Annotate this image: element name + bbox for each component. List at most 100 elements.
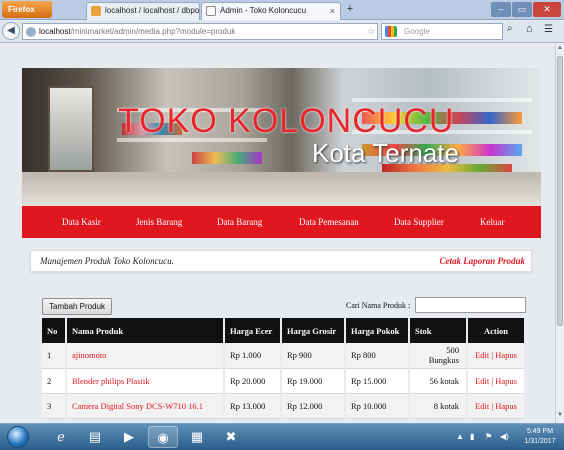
store-banner: TOKO KOLONCUCU Kota Ternate (22, 68, 541, 206)
banner-subtitle: Kota Ternate (312, 138, 459, 168)
page-title: Manajemen Produk Toko Koloncucu. (40, 256, 174, 266)
back-button[interactable]: ◀ (2, 22, 20, 40)
home-icon[interactable]: ⌂ (526, 23, 533, 35)
url-host: localhost (39, 27, 71, 36)
new-tab-button[interactable]: + (343, 3, 357, 15)
maximize-button[interactable]: ▭ (512, 2, 532, 17)
column-header-harga-grosir: Harga Grosir (281, 318, 346, 343)
browser-titlebar: Firefox localhost / localhost / dbpos | … (0, 0, 564, 20)
cell-no: 2 (42, 368, 67, 394)
search-label: Cari Nama Produk : (346, 301, 411, 310)
column-header-action: Action (467, 318, 526, 343)
banner-title: TOKO KOLONCUCU (118, 102, 455, 140)
cell-harga-pokok: Rp 800 (345, 343, 410, 369)
edit-link[interactable]: Edit (475, 350, 489, 360)
page-icon (206, 6, 216, 16)
tab-phpmyadmin[interactable]: localhost / localhost / dbpos | phpMy... (86, 2, 200, 20)
search-placeholder: Google (404, 27, 430, 36)
cell-action: Edit | Hapus (467, 368, 526, 394)
product-name-link[interactable]: ajinomoto (66, 343, 225, 369)
firefox-menu-button[interactable]: Firefox (2, 1, 52, 18)
table-row: 2 Blender philips Plastik Rp 20.000 Rp 1… (42, 368, 526, 394)
menu-item-jenis-barang[interactable]: Jenis Barang (136, 206, 182, 238)
tab-label: Admin - Toko Koloncucu (220, 6, 307, 15)
delete-link[interactable]: Hapus (495, 401, 517, 411)
delete-link[interactable]: Hapus (495, 350, 517, 360)
menu-item-keluar[interactable]: Keluar (480, 206, 505, 238)
close-window-button[interactable]: ✕ (533, 2, 561, 17)
column-header-harga-ecer: Harga Ecer (224, 318, 282, 343)
cell-stok: 8 kotak (409, 393, 468, 419)
cell-harga-ecer: Rp 20.000 (224, 368, 282, 394)
table-row: 1 ajinomoto Rp 1.000 Rp 900 Rp 800 500 B… (42, 343, 526, 369)
clock-time: 5:49 PM (526, 428, 554, 435)
menu-item-data-barang[interactable]: Data Barang (217, 206, 262, 238)
column-header-no: No (42, 318, 67, 343)
delete-link[interactable]: Hapus (495, 376, 517, 386)
scroll-up-arrow-icon[interactable]: ▲ (556, 45, 564, 55)
search-icon[interactable]: ⌕ (507, 23, 513, 34)
navigation-bar: ◀ localhost/minimarket/admin/media.php?m… (0, 21, 564, 43)
minimize-button[interactable]: – (491, 2, 511, 17)
store-door (48, 86, 94, 172)
product-name-link[interactable]: Blender philips Plastik (66, 368, 225, 394)
notepad-icon[interactable]: ▦ (182, 426, 212, 448)
url-bar[interactable]: localhost/minimarket/admin/media.php?mod… (22, 23, 378, 40)
table-header-row: No Nama Produk Harga Ecer Harga Grosir H… (42, 318, 526, 343)
cell-action: Edit | Hapus (467, 393, 526, 419)
firefox-taskbar-icon[interactable]: ◉ (148, 426, 178, 448)
menu-item-data-pemesanan[interactable]: Data Pemesanan (299, 206, 359, 238)
search-bar[interactable]: Google (381, 23, 503, 40)
column-header-harga-pokok: Harga Pokok (345, 318, 410, 343)
cell-harga-ecer: Rp 1.000 (224, 343, 282, 369)
volume-icon[interactable]: ◀) (500, 432, 509, 441)
edit-link[interactable]: Edit (475, 376, 489, 386)
xampp-icon[interactable]: ✖ (216, 426, 246, 448)
product-table: No Nama Produk Harga Ecer Harga Grosir H… (42, 318, 526, 419)
file-explorer-icon[interactable]: ▤ (80, 426, 110, 448)
main-menu: Data Kasir Jenis Barang Data Barang Data… (22, 206, 541, 238)
column-header-stok: Stok (409, 318, 468, 343)
scroll-thumb[interactable] (557, 56, 563, 326)
cell-harga-grosir: Rp 19.000 (281, 368, 346, 394)
close-icon[interactable]: × (330, 3, 335, 19)
globe-icon (26, 27, 36, 37)
action-separator: | (491, 350, 494, 361)
scroll-down-arrow-icon[interactable]: ▼ (556, 412, 564, 422)
product-search-input[interactable] (415, 297, 526, 313)
cell-no: 3 (42, 393, 67, 419)
flag-icon[interactable]: ⚑ (485, 432, 492, 441)
edit-link[interactable]: Edit (475, 401, 489, 411)
cell-harga-pokok: Rp 10.000 (345, 393, 410, 419)
clock-date: 1/31/2017 (524, 438, 556, 445)
bookmark-star-icon[interactable]: ☆ ▾ C (367, 24, 377, 39)
print-report-link[interactable]: Cetak Laporan Produk (439, 256, 525, 266)
page-viewport: TOKO KOLONCUCU Kota Ternate Data Kasir J… (0, 44, 555, 423)
internet-explorer-icon[interactable]: ℯ (46, 426, 76, 448)
column-header-nama-produk: Nama Produk (66, 318, 225, 343)
cell-harga-grosir: Rp 12.000 (281, 393, 346, 419)
cell-stok: 500 Bungkus (409, 343, 468, 369)
menu-item-data-kasir[interactable]: Data Kasir (62, 206, 101, 238)
product-name-link[interactable]: Camera Digital Sony DCS-W710 16.1 (66, 393, 225, 419)
phpmyadmin-icon (91, 6, 101, 16)
start-button[interactable] (7, 426, 29, 448)
content-header-panel: Manajemen Produk Toko Koloncucu. Cetak L… (30, 250, 532, 272)
media-player-icon[interactable]: ▶ (114, 426, 144, 448)
page-scrollbar[interactable]: ▲ ▼ (555, 44, 564, 423)
action-separator: | (491, 400, 494, 411)
tab-admin-toko[interactable]: Admin - Toko Koloncucu × (201, 2, 341, 20)
url-path: /minimarket/admin/media.php?module=produ… (70, 27, 236, 36)
tab-label: localhost / localhost / dbpos | phpMy... (105, 6, 200, 15)
network-icon[interactable]: ▮ (470, 432, 474, 441)
store-floor (22, 172, 541, 206)
action-separator: | (491, 375, 494, 386)
menu-item-data-supplier[interactable]: Data Supplier (394, 206, 444, 238)
menu-icon[interactable]: ☰ (544, 24, 553, 35)
tray-arrow-icon[interactable]: ▲ (456, 432, 464, 441)
system-clock[interactable]: 5:49 PM 1/31/2017 (520, 427, 560, 447)
google-icon (385, 26, 397, 37)
add-product-button[interactable]: Tambah Produk (42, 298, 113, 315)
cell-harga-ecer: Rp 13.000 (224, 393, 282, 419)
shelf-goods (192, 152, 262, 164)
